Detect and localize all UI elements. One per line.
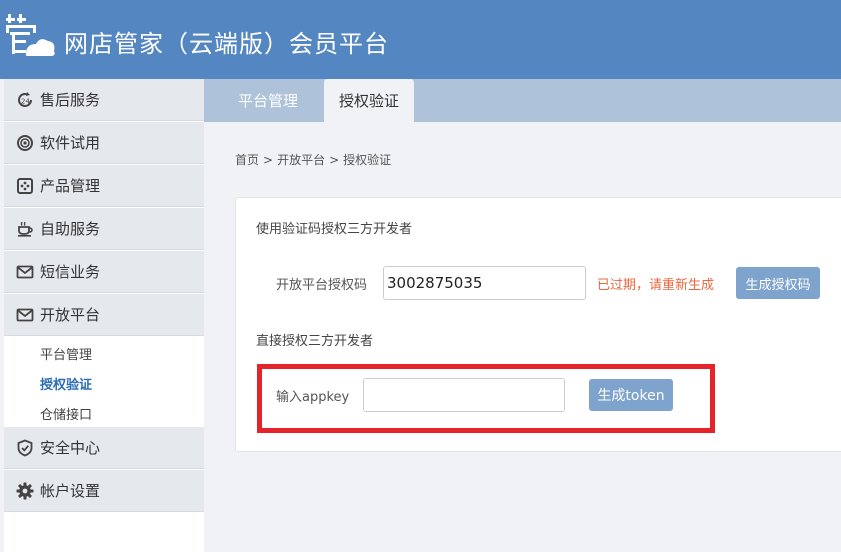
sidebar-item-label: 短信业务 <box>40 263 101 281</box>
sidebar-item-label: 安全中心 <box>40 439 101 457</box>
clock-24-icon: 24 <box>16 91 34 109</box>
auth-code-section-title: 使用验证码授权三方开发者 <box>256 222 413 237</box>
sidebar-item-label: 自助服务 <box>40 220 101 238</box>
tab-platform-management[interactable]: 平台管理 <box>218 79 318 122</box>
envelope-icon <box>16 263 34 281</box>
sidebar-item-label: 开放平台 <box>40 306 101 324</box>
sidebar-subitem-auth-verification[interactable]: 授权验证 <box>40 374 92 393</box>
target-icon <box>16 134 34 152</box>
breadcrumb-home-link[interactable]: 首页 <box>235 153 259 167</box>
auth-code-label: 开放平台授权码 <box>276 278 368 293</box>
housekeeper-cloud-logo-icon <box>6 14 55 56</box>
auth-code-input[interactable] <box>383 266 586 300</box>
sidebar-item-after-sales[interactable]: 24 售后服务 <box>4 79 204 121</box>
sidebar-item-label: 产品管理 <box>40 177 101 195</box>
breadcrumb-current: 授权验证 <box>343 153 392 167</box>
expired-status-text: 已过期，请重新生成 <box>597 278 715 293</box>
breadcrumb-separator: > <box>263 153 274 167</box>
product-grid-icon <box>16 177 34 195</box>
breadcrumb-section-link[interactable]: 开放平台 <box>277 153 325 167</box>
sidebar-subitem-warehouse-interface[interactable]: 仓储接口 <box>40 404 92 423</box>
sidebar-item-account-settings[interactable]: 帐户设置 <box>4 470 204 512</box>
breadcrumb-separator: > <box>329 153 340 167</box>
app-header: 网店管家（云端版）会员平台 <box>0 0 841 79</box>
sidebar-item-self-service[interactable]: 自助服务 <box>4 208 204 250</box>
sidebar-item-label: 软件试用 <box>40 134 101 152</box>
app-title: 网店管家（云端版）会员平台 <box>64 30 389 58</box>
sidebar-subitem-platform-management[interactable]: 平台管理 <box>40 344 92 363</box>
sidebar-item-label: 帐户设置 <box>40 482 101 500</box>
coffee-cup-icon <box>16 220 34 238</box>
sidebar-item-label: 售后服务 <box>40 91 101 109</box>
sidebar-item-product-management[interactable]: 产品管理 <box>4 165 204 207</box>
envelope-icon <box>16 306 34 324</box>
tab-bar: 平台管理 授权验证 <box>204 79 841 122</box>
shield-icon <box>16 439 34 457</box>
sidebar-item-security-center[interactable]: 安全中心 <box>4 427 204 469</box>
svg-text:24: 24 <box>21 97 30 105</box>
generate-auth-code-button[interactable]: 生成授权码 <box>736 267 820 299</box>
breadcrumb: 首页 > 开放平台 > 授权验证 <box>235 151 391 168</box>
sidebar: 24 售后服务 软件试用 产品管理 自助服务 短信业务 开放平台 平台管理 授权… <box>4 79 204 552</box>
tab-auth-verification[interactable]: 授权验证 <box>324 79 414 122</box>
highlight-annotation-box <box>257 364 715 433</box>
sidebar-item-sms-business[interactable]: 短信业务 <box>4 251 204 293</box>
sidebar-item-software-trial[interactable]: 软件试用 <box>4 122 204 164</box>
sidebar-item-open-platform[interactable]: 开放平台 <box>4 294 204 336</box>
gear-icon <box>16 482 34 500</box>
direct-auth-section-title: 直接授权三方开发者 <box>256 334 374 349</box>
